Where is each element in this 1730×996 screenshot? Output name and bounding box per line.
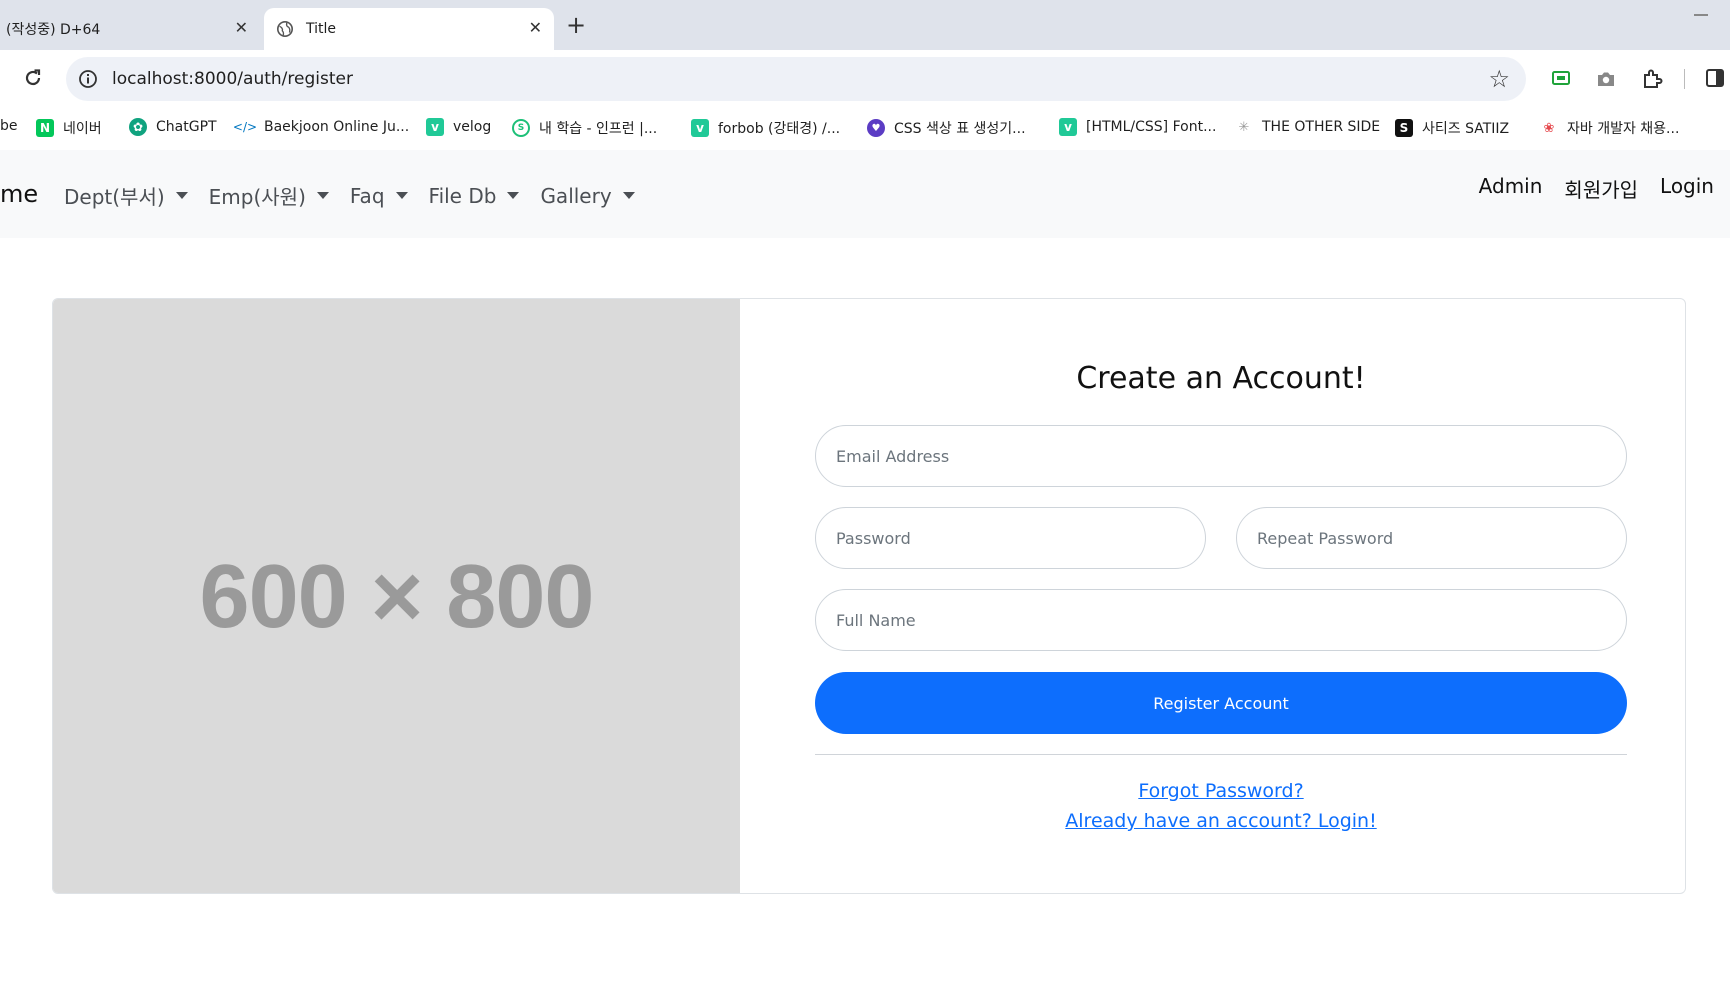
nav-link-admin[interactable]: Admin <box>1479 174 1543 203</box>
naver-icon: N <box>36 119 54 137</box>
baekjoon-icon: </> <box>232 120 258 134</box>
caret-down-icon <box>395 192 408 199</box>
velog-icon: v <box>1059 118 1077 136</box>
browser-tab-strip: (작성중) D+64 ✕ Title ✕ + <box>0 0 1730 50</box>
velog-icon: v <box>691 119 709 137</box>
camera-icon[interactable] <box>1596 71 1616 87</box>
extensions-puzzle-icon[interactable] <box>1641 68 1663 90</box>
caret-down-icon <box>316 192 329 199</box>
bookmark-item[interactable]: ✳ THE OTHER SIDE <box>1235 118 1381 136</box>
close-icon[interactable]: ✕ <box>529 18 542 37</box>
browser-tab-active[interactable]: Title ✕ <box>264 8 554 50</box>
caret-down-icon <box>622 192 635 199</box>
nav-dropdown-dept[interactable]: Dept(부서) <box>64 181 188 210</box>
bookmark-item[interactable]: v velog <box>426 118 491 136</box>
email-field[interactable] <box>815 425 1627 487</box>
image-placeholder-label: 600 × 800 <box>199 546 595 647</box>
bookmark-item[interactable]: v forbob (강태경) /... <box>691 118 840 138</box>
address-bar[interactable]: localhost:8000/auth/register ☆ <box>66 57 1526 101</box>
bookmark-item[interactable]: S 내 학습 - 인프런 |... <box>512 118 657 138</box>
minimize-window-icon[interactable] <box>1694 14 1708 16</box>
nav-link-login[interactable]: Login <box>1660 174 1714 203</box>
nav-dropdown-emp[interactable]: Emp(사원) <box>209 181 329 210</box>
jobsite-icon: ❀ <box>1543 120 1555 136</box>
register-form: Create an Account! Register Account Forg… <box>815 299 1627 893</box>
toolbar-separator <box>1684 69 1685 89</box>
site-navbar: me Dept(부서) Emp(사원) Faq File Db Gallery … <box>0 150 1730 238</box>
browser-tab-inactive[interactable]: (작성중) D+64 ✕ <box>0 8 260 50</box>
navbar-menus: Dept(부서) Emp(사원) Faq File Db Gallery <box>64 181 656 210</box>
other-side-icon: ✳ <box>1238 119 1250 135</box>
screen-share-icon[interactable] <box>1552 71 1570 85</box>
bookmark-item[interactable]: N 네이버 <box>36 118 102 138</box>
url-text[interactable]: localhost:8000/auth/register <box>112 69 353 89</box>
form-divider <box>815 754 1627 755</box>
register-account-button[interactable]: Register Account <box>815 672 1627 734</box>
inflearn-icon: S <box>512 119 530 137</box>
globe-icon <box>276 20 294 38</box>
bookmark-item[interactable]: ♥ CSS 색상 표 생성기... <box>867 118 1026 138</box>
repeat-password-field[interactable] <box>1236 507 1627 569</box>
site-info-icon[interactable] <box>78 69 98 89</box>
bookmark-item[interactable]: ❀ 자바 개발자 채용... <box>1540 118 1680 138</box>
new-tab-button[interactable]: + <box>566 12 586 38</box>
register-card: 600 × 800 Create an Account! Register Ac… <box>52 298 1686 894</box>
nav-dropdown-filedb[interactable]: File Db <box>429 181 520 210</box>
bookmark-star-icon[interactable]: ☆ <box>1488 66 1510 92</box>
page-title: Create an Account! <box>1076 361 1366 396</box>
full-name-field[interactable] <box>815 589 1627 651</box>
chatgpt-icon: ✿ <box>129 118 147 136</box>
nav-link-signup[interactable]: 회원가입 <box>1564 174 1638 203</box>
bookmark-item[interactable]: S 사티즈 SATIIZ <box>1395 118 1509 138</box>
bookmark-item[interactable]: </> Baekjoon Online Ju... <box>232 118 409 136</box>
bookmark-item[interactable]: v [HTML/CSS] Font... <box>1059 118 1216 136</box>
close-icon[interactable]: ✕ <box>235 18 248 37</box>
nav-dropdown-gallery[interactable]: Gallery <box>540 181 635 210</box>
tab-title: Title <box>306 21 337 37</box>
bookmarks-bar: be N 네이버 ✿ ChatGPT </> Baekjoon Online J… <box>0 108 1730 150</box>
login-link[interactable]: Already have an account? Login! <box>815 810 1627 832</box>
bookmark-item[interactable]: be <box>0 118 18 134</box>
caret-down-icon <box>175 192 188 199</box>
reload-icon[interactable] <box>22 67 44 89</box>
bookmark-item[interactable]: ✿ ChatGPT <box>129 118 217 136</box>
nav-dropdown-faq[interactable]: Faq <box>350 181 408 210</box>
tab-title: (작성중) D+64 <box>6 22 101 38</box>
password-field[interactable] <box>815 507 1206 569</box>
register-side-image: 600 × 800 <box>53 299 740 893</box>
velog-icon: v <box>426 118 444 136</box>
navbar-brand[interactable]: me <box>0 180 38 208</box>
satiiz-icon: S <box>1395 119 1413 137</box>
browser-toolbar: localhost:8000/auth/register ☆ <box>0 50 1730 108</box>
css-tool-icon: ♥ <box>867 119 885 137</box>
side-panel-icon[interactable] <box>1706 69 1724 87</box>
forgot-password-link[interactable]: Forgot Password? <box>815 780 1627 802</box>
caret-down-icon <box>507 192 520 199</box>
navbar-right-links: Admin 회원가입 Login <box>1457 174 1714 203</box>
